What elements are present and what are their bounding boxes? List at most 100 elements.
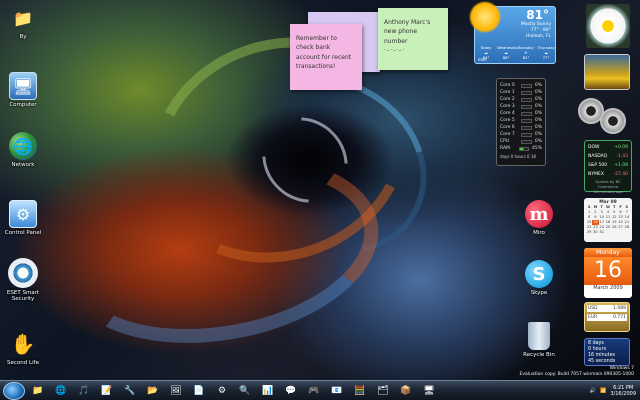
- cpu-meter-gadget[interactable]: Core 0 0% Core 1 0% Core 2 0% Core 3 0% Core…: [496, 78, 546, 166]
- desktop-icon-label: Computer: [9, 102, 37, 108]
- start-button[interactable]: [3, 381, 25, 400]
- currency-gadget[interactable]: USD 1.089 EUR 0.771: [584, 302, 630, 332]
- stocks-footer-time: 18 minutes ago: [593, 189, 623, 194]
- stocks-gadget[interactable]: DOW +0.09 NASDAQ -1.43 S&P 500 +1.08 NYMEX -…: [584, 140, 632, 194]
- cpu-row-label: Core 7: [500, 132, 515, 137]
- uptime-text: days 0 hours 0 18: [500, 154, 536, 159]
- cpu-row-label: Core 1: [500, 90, 515, 95]
- desktop-icon-computer[interactable]: 🖥 Computer: [0, 72, 46, 108]
- stock-value: -1.43: [616, 154, 628, 159]
- desktop-icon-control-panel[interactable]: ⚙ Control Panel: [0, 200, 46, 236]
- folder-icon: 📁: [13, 8, 33, 28]
- cpu-row-label: Core 5: [500, 118, 515, 123]
- taskbar-items: 📁 🌐 🎵 📝 🔧 📂 🖼 📄 ⚙ 🔍 📊 💬 🎮 📧 🧮 🗂 📦 🖥: [25, 383, 439, 399]
- small-calendar-gadget[interactable]: Mar 09 S M T W T F S 1 2 3 4 5 6 7 8 9 10 11 12 13 14 15 16 17 1…: [584, 198, 632, 242]
- desktop-icon-label: ESET Smart Security: [6, 290, 40, 302]
- stock-symbol: NASDAQ: [588, 154, 608, 159]
- taskbar-app-icon[interactable]: 🧮: [350, 383, 370, 399]
- desktop-icon-network[interactable]: 🌐 Network: [0, 132, 46, 168]
- taskbar-app-icon[interactable]: 📄: [189, 383, 209, 399]
- cpu-row-value: 0%: [534, 90, 542, 95]
- desktop-icon-eset[interactable]: ESET Smart Security: [0, 258, 46, 302]
- recycle-bin-icon: [528, 322, 550, 350]
- stock-value: +1.08: [614, 163, 628, 168]
- network-icon[interactable]: 📶: [600, 388, 606, 394]
- taskbar-app-icon[interactable]: 🖥: [419, 383, 439, 399]
- stock-symbol: S&P 500: [588, 163, 608, 168]
- currency-code: EUR: [588, 315, 598, 320]
- taskbar-app-icon[interactable]: 📧: [327, 383, 347, 399]
- weather-gadget[interactable]: 81° Mostly Sunny 77° · 89° Hialeah, FL T…: [469, 1, 556, 64]
- taskbar-app-icon[interactable]: 🎵: [74, 383, 94, 399]
- calendar-date-cell: [624, 230, 630, 235]
- ram-bar: [518, 146, 529, 151]
- note-text: Anthony Marc's new phone number: [384, 19, 431, 45]
- control-panel-icon: ⚙: [9, 200, 37, 228]
- clock-time: 6:21 PM: [613, 384, 634, 391]
- desktop-icon-skype[interactable]: S Skype: [516, 260, 562, 296]
- desktop-icon-label: Network: [11, 162, 35, 168]
- skype-logo-icon: S: [525, 260, 553, 288]
- taskbar-app-icon[interactable]: 📁: [28, 383, 48, 399]
- weather-lo: 77°: [530, 28, 539, 33]
- desktop-icon-label: Control Panel: [4, 230, 42, 236]
- stock-value: -27.40: [613, 172, 628, 177]
- ram-value: 45%: [531, 146, 542, 151]
- taskbar-app-icon[interactable]: 🖼: [166, 383, 186, 399]
- weather-condition: Mostly Sunny: [520, 22, 551, 27]
- desktop-icon-second-life[interactable]: ✋ Second Life: [0, 330, 46, 366]
- countdown-gadget[interactable]: 8 days 0 hours 16 minutes 45 seconds: [584, 338, 630, 366]
- system-tray: 🔊 📶 6:21 PM 3/16/2009: [590, 385, 640, 397]
- desktop-icon-recycle-bin[interactable]: Recycle Bin: [516, 322, 562, 358]
- stock-symbol: NYMEX: [588, 172, 604, 177]
- taskbar-app-icon[interactable]: 📦: [396, 383, 416, 399]
- network-globe-icon: 🌐: [9, 132, 37, 160]
- clock[interactable]: 6:21 PM 3/16/2009: [610, 385, 636, 397]
- desktop-icon-label: Skype: [530, 290, 548, 296]
- cpu-row-value: 0%: [534, 132, 542, 137]
- hand-icon: ✋: [10, 332, 36, 356]
- sun-icon: [469, 1, 501, 33]
- taskbar-app-icon[interactable]: 🌐: [51, 383, 71, 399]
- taskbar-app-icon[interactable]: 🎮: [304, 383, 324, 399]
- cpu-row-label: Core 6: [500, 125, 515, 130]
- calendar-month-year: March 2009: [593, 285, 623, 291]
- currency-code: USD: [588, 306, 598, 311]
- desktop-icon-label: Miro: [533, 230, 545, 236]
- sticky-note-green[interactable]: Anthony Marc's new phone number ·-·-·-·: [378, 8, 448, 70]
- stock-symbol: DOW: [588, 145, 600, 150]
- cpu-row-value: 0%: [534, 111, 542, 116]
- taskbar-app-icon[interactable]: 📊: [258, 383, 278, 399]
- eset-eye-icon: [8, 258, 38, 288]
- cpu-row-label: Core 0: [500, 83, 515, 88]
- forecast-temp: 88°: [502, 55, 510, 60]
- sticky-note-pink[interactable]: Remember to check bank account for recen…: [290, 24, 362, 90]
- computer-icon: 🖥: [9, 72, 37, 100]
- windows-watermark: Windows 7 Evaluation copy. Build 7057.wi…: [520, 366, 634, 378]
- desktop-icon-folder[interactable]: 📁 By: [0, 4, 46, 41]
- taskbar-app-icon[interactable]: ⚙: [212, 383, 232, 399]
- cpu-row-value: 0%: [534, 97, 542, 102]
- ram-label: RAM: [500, 146, 510, 151]
- volume-icon[interactable]: 🔊: [590, 388, 596, 394]
- photo-slideshow-gadget[interactable]: [584, 54, 630, 90]
- weather-city: Hialeah, FL: [526, 34, 551, 39]
- stocks-footer: Quotes by BC Commerce: [595, 179, 621, 189]
- cpu-row-value: 0%: [534, 118, 542, 123]
- desktop-icon-miro[interactable]: m Miro: [516, 200, 562, 236]
- countdown-seconds: 45 seconds: [588, 359, 616, 364]
- big-calendar-gadget[interactable]: Monday 16 March 2009: [584, 248, 632, 298]
- flower-slideshow-gadget[interactable]: [586, 4, 630, 48]
- stock-value: +0.09: [614, 145, 628, 150]
- taskbar-app-icon[interactable]: 🔧: [120, 383, 140, 399]
- desktop-icon-label: Second Life: [7, 360, 39, 366]
- taskbar-app-icon[interactable]: 📝: [97, 383, 117, 399]
- taskbar-app-icon[interactable]: 🔍: [235, 383, 255, 399]
- speedometer-gadget[interactable]: [578, 98, 630, 134]
- taskbar-app-icon[interactable]: 🗂: [373, 383, 393, 399]
- calendar-grid: S M T W T F S 1 2 3 4 5 6 7 8 9 10 11 12 13 14 15 16 17 18 19 20 21…: [586, 205, 630, 235]
- taskbar-app-icon[interactable]: 💬: [281, 383, 301, 399]
- taskbar-app-icon[interactable]: 📂: [143, 383, 163, 399]
- currency-value: 0.771: [613, 315, 626, 320]
- weather-hi: 89°: [543, 28, 551, 33]
